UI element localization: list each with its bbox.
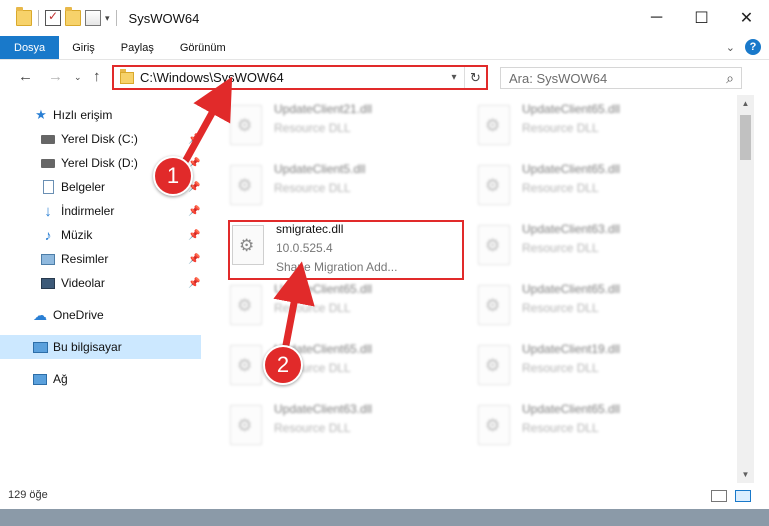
star-icon: ★ xyxy=(35,107,47,122)
sidebar-item-onedrive[interactable]: ☁ OneDrive xyxy=(0,303,201,327)
tab-home[interactable]: Giriş xyxy=(59,36,108,59)
pin-icon[interactable]: 📌 xyxy=(188,206,200,217)
folder-icon[interactable] xyxy=(16,7,32,26)
network-icon xyxy=(32,371,48,387)
download-icon: ↓ xyxy=(44,202,52,220)
sidebar-item-this-pc[interactable]: Bu bilgisayar xyxy=(0,335,201,359)
chevron-down-icon[interactable]: ▾ xyxy=(105,13,110,24)
list-item[interactable]: UpdateClient5.dll Resource DLL xyxy=(224,157,464,213)
toolbar-separator xyxy=(115,10,117,26)
large-icons-view-icon[interactable] xyxy=(735,490,751,502)
status-bar: 129 öğe xyxy=(0,483,769,509)
dll-file-icon xyxy=(478,345,510,385)
list-item[interactable]: UpdateClient63.dll Resource DLL xyxy=(224,397,464,453)
ribbon-tabs: Dosya Giriş Paylaş Görünüm ⌄ ? xyxy=(0,36,769,60)
recent-locations-chevron-icon[interactable]: ⌄ xyxy=(74,72,82,83)
chevron-down-icon[interactable]: ▾ xyxy=(444,72,464,83)
close-button[interactable]: ✕ xyxy=(724,0,769,36)
tab-view[interactable]: Görünüm xyxy=(167,36,239,59)
help-icon[interactable]: ? xyxy=(745,39,761,55)
address-path[interactable]: C:\Windows\SysWOW64 xyxy=(140,70,444,85)
dll-file-icon xyxy=(230,105,262,145)
window-controls: ─ ☐ ✕ xyxy=(634,0,769,36)
dll-file-icon xyxy=(478,285,510,325)
music-icon: ♪ xyxy=(44,227,52,243)
pin-icon[interactable]: 📌 xyxy=(188,278,200,289)
sidebar-item-pictures[interactable]: Resimler 📌 xyxy=(0,247,201,271)
search-input[interactable]: Ara: SysWOW64 ⌕ xyxy=(500,67,742,89)
dll-file-icon xyxy=(478,165,510,205)
desktop-background-strip xyxy=(0,509,769,526)
customize-toolbar-icon[interactable] xyxy=(85,10,101,26)
navigation-pane: ★ Hızlı erişim Yerel Disk (C:) 📌 Yerel D… xyxy=(0,95,208,483)
dll-file-icon xyxy=(478,225,510,265)
quick-access-toolbar: ▾ xyxy=(16,7,119,26)
scrollbar-thumb[interactable] xyxy=(740,115,751,160)
cloud-icon: ☁ xyxy=(33,306,47,323)
ribbon-right-controls: ⌄ ? xyxy=(726,39,761,55)
search-icon[interactable]: ⌕ xyxy=(719,70,741,87)
navigation-bar: ← → ⌄ ↑ C:\Windows\SysWOW64 ▾ ↻ Ara: Sys… xyxy=(0,60,769,94)
list-item[interactable]: UpdateClient21.dll Resource DLL xyxy=(224,97,464,153)
sidebar-item-local-disk-c[interactable]: Yerel Disk (C:) 📌 xyxy=(0,127,201,151)
scroll-down-icon[interactable]: ▼ xyxy=(737,466,754,483)
dll-file-icon xyxy=(230,345,262,385)
up-arrow-icon[interactable]: ↑ xyxy=(93,68,101,85)
drive-icon xyxy=(40,155,56,171)
tab-file[interactable]: Dosya xyxy=(0,36,60,59)
toolbar-separator xyxy=(38,10,39,26)
list-item[interactable]: UpdateClient65.dll Resource DLL xyxy=(472,157,712,213)
minimize-button[interactable]: ─ xyxy=(634,0,679,36)
list-item[interactable]: UpdateClient65.dll Resource DLL xyxy=(472,397,712,453)
pin-icon[interactable]: 📌 xyxy=(188,230,200,241)
scroll-up-icon[interactable]: ▲ xyxy=(737,95,754,112)
list-item[interactable]: UpdateClient65.dll Resource DLL xyxy=(472,277,712,333)
computer-icon xyxy=(32,339,48,355)
sidebar-item-downloads[interactable]: ↓ İndirmeler 📌 xyxy=(0,199,201,223)
properties-check-icon[interactable] xyxy=(45,9,61,26)
pin-icon[interactable]: 📌 xyxy=(188,254,200,265)
file-list: UpdateClient21.dll Resource DLL UpdateCl… xyxy=(210,95,737,483)
tab-share[interactable]: Paylaş xyxy=(108,36,167,59)
sidebar-item-quick-access[interactable]: ★ Hızlı erişim xyxy=(0,103,201,127)
pictures-icon xyxy=(40,251,56,267)
window-title: SysWOW64 xyxy=(128,10,200,26)
videos-icon xyxy=(40,275,56,291)
dll-file-icon xyxy=(478,105,510,145)
sidebar-item-videos[interactable]: Videolar 📌 xyxy=(0,271,201,295)
pin-icon[interactable]: 📌 xyxy=(188,134,200,145)
refresh-icon[interactable]: ↻ xyxy=(464,67,486,88)
list-item[interactable]: UpdateClient63.dll Resource DLL xyxy=(472,217,712,273)
list-item[interactable]: UpdateClient19.dll Resource DLL xyxy=(472,337,712,393)
sidebar-item-music[interactable]: ♪ Müzik 📌 xyxy=(0,223,201,247)
step-badge-1: 1 xyxy=(153,156,193,196)
back-arrow-icon[interactable]: ← xyxy=(18,68,33,85)
documents-icon xyxy=(40,179,56,195)
item-count: 129 öğe xyxy=(8,489,48,501)
step-badge-2: 2 xyxy=(263,345,303,385)
list-item[interactable]: UpdateClient65.dll Resource DLL xyxy=(224,277,464,333)
vertical-scrollbar[interactable]: ▲ ▼ xyxy=(737,95,754,483)
list-item[interactable]: UpdateClient65.dll Resource DLL xyxy=(224,337,464,393)
search-placeholder[interactable]: Ara: SysWOW64 xyxy=(509,71,719,86)
details-view-icon[interactable] xyxy=(711,490,727,502)
new-folder-icon[interactable] xyxy=(65,7,81,26)
expand-ribbon-icon[interactable]: ⌄ xyxy=(726,41,735,54)
address-bar[interactable]: C:\Windows\SysWOW64 ▾ ↻ xyxy=(112,65,488,90)
maximize-button[interactable]: ☐ xyxy=(679,0,724,36)
list-item[interactable]: UpdateClient65.dll Resource DLL xyxy=(472,97,712,153)
dll-file-icon xyxy=(230,165,262,205)
forward-arrow-icon[interactable]: → xyxy=(48,68,63,85)
title-bar: ▾ SysWOW64 ─ ☐ ✕ xyxy=(0,0,769,36)
folder-icon xyxy=(120,68,134,84)
dll-file-icon xyxy=(230,285,262,325)
dll-file-icon xyxy=(478,405,510,445)
sidebar-item-network[interactable]: Ağ xyxy=(0,367,201,391)
file-highlight-box xyxy=(228,220,464,280)
drive-icon xyxy=(40,131,56,147)
dll-file-icon xyxy=(230,405,262,445)
